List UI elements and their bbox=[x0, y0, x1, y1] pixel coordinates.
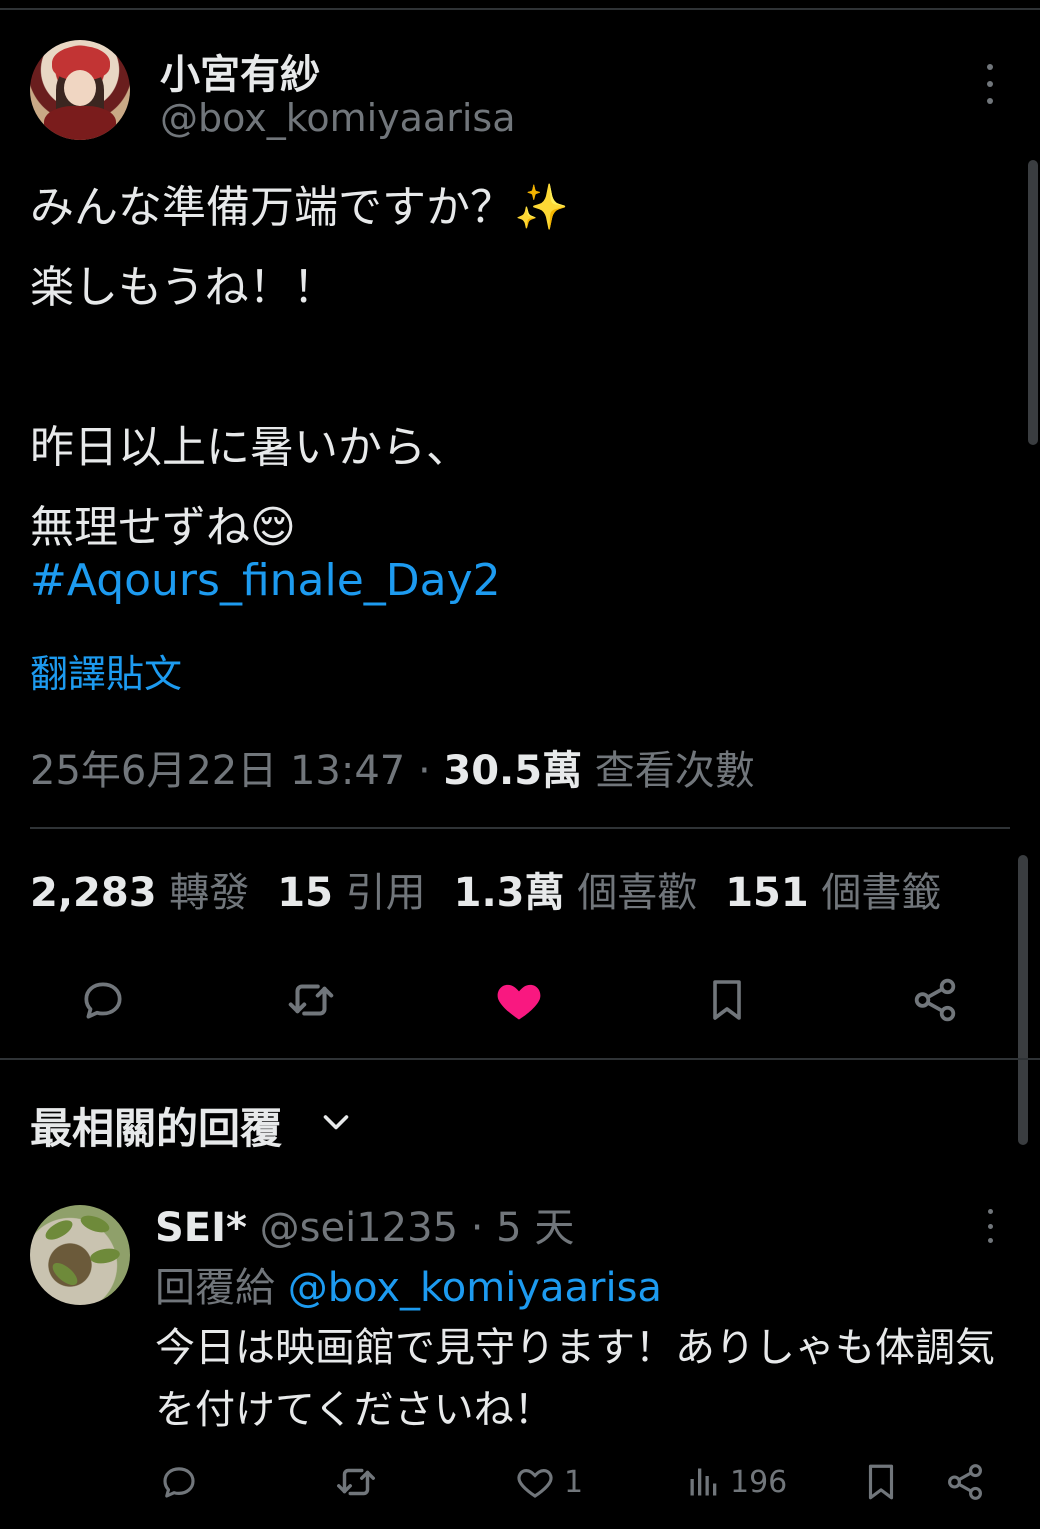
views-icon bbox=[690, 1468, 717, 1496]
scrollbar-thumb[interactable] bbox=[1028, 160, 1038, 445]
reply-action-bar: 1 196 bbox=[0, 1452, 1040, 1512]
reply-author-handle[interactable]: @sei1235 bbox=[260, 1205, 458, 1251]
tweet-text: みんな準備万端ですか？✨ 楽しもうね！！ 昨日以上に暑いから、 無理せずね😌 bbox=[30, 182, 569, 553]
reply-like-count: 1 bbox=[564, 1464, 584, 1500]
share-icon bbox=[948, 1464, 982, 1500]
reply-author-name[interactable]: SEI* bbox=[155, 1205, 247, 1251]
retweet-button[interactable] bbox=[279, 968, 343, 1032]
like-button[interactable] bbox=[487, 968, 551, 1032]
reply-time[interactable]: 5 天 bbox=[496, 1205, 574, 1251]
reply-icon bbox=[163, 1467, 195, 1498]
like-icon bbox=[497, 984, 541, 1020]
bookmark-icon bbox=[868, 1464, 894, 1500]
tweet-stats: 2,283 轉發 15 引用 1.3萬 個喜歡 151 個書籤 bbox=[30, 860, 941, 918]
tweet-header: 小宮有紗 @box_komiyaarisa bbox=[30, 40, 1010, 140]
author-avatar[interactable] bbox=[30, 40, 130, 140]
reply-like-button[interactable]: 1 bbox=[514, 1452, 583, 1512]
reply-icon bbox=[84, 982, 122, 1019]
retweet-icon bbox=[288, 984, 334, 1016]
divider bbox=[30, 827, 1010, 829]
reply-to-line: 回覆給 @box_komiyaarisa bbox=[155, 1265, 662, 1311]
likes-stat[interactable]: 1.3萬 個喜歡 bbox=[454, 870, 698, 916]
reply-views-button[interactable]: 196 bbox=[686, 1452, 787, 1512]
reply-author-line: SEI* @sei1235 · 5 天 bbox=[155, 1205, 575, 1251]
reply-share-button[interactable] bbox=[944, 1452, 986, 1512]
author-display-name[interactable]: 小宮有紗 bbox=[160, 42, 320, 100]
bookmarks-stat[interactable]: 151 個書籤 bbox=[725, 870, 941, 916]
reply-reply-button[interactable] bbox=[158, 1452, 200, 1512]
quotes-stat[interactable]: 15 引用 bbox=[277, 870, 425, 916]
divider bbox=[0, 1058, 1040, 1060]
retweet-icon bbox=[337, 1468, 375, 1496]
reply-retweet-button[interactable] bbox=[333, 1452, 379, 1512]
reply-to-mention[interactable]: @box_komiyaarisa bbox=[288, 1265, 662, 1311]
bookmark-button[interactable] bbox=[695, 968, 759, 1032]
hashtag-link[interactable]: #Aqours_finale_Day2 bbox=[30, 555, 501, 606]
timestamp[interactable]: 25年6月22日 13:47 bbox=[30, 748, 405, 794]
replies-sort-title[interactable]: 最相關的回覆 bbox=[30, 1095, 282, 1156]
reply-text: 今日は映画館で見守ります！ありしゃも体調気を付けてくださいね！ bbox=[155, 1325, 995, 1433]
reply-bookmark-button[interactable] bbox=[860, 1452, 902, 1512]
chevron-down-icon[interactable] bbox=[318, 1108, 354, 1138]
reply-button[interactable] bbox=[71, 968, 135, 1032]
reply-author-avatar[interactable] bbox=[30, 1205, 130, 1305]
more-icon[interactable] bbox=[980, 64, 1000, 104]
like-icon bbox=[517, 1469, 553, 1498]
retweets-stat[interactable]: 2,283 轉發 bbox=[30, 870, 249, 916]
top-divider bbox=[0, 8, 1040, 10]
tweet-action-bar bbox=[0, 968, 1040, 1032]
tweet-meta: 25年6月22日 13:47 · 30.5萬 查看次數 bbox=[30, 748, 755, 794]
author-handle[interactable]: @box_komiyaarisa bbox=[160, 96, 516, 140]
share-icon bbox=[914, 978, 956, 1022]
reply-views-count: 196 bbox=[730, 1464, 788, 1500]
translate-post-link[interactable]: 翻譯貼文 bbox=[30, 643, 182, 698]
share-button[interactable] bbox=[903, 968, 967, 1032]
views-count: 30.5萬 bbox=[443, 748, 583, 794]
views-label: 查看次數 bbox=[582, 748, 755, 794]
reply-more-icon[interactable] bbox=[980, 1209, 1000, 1243]
bookmark-icon bbox=[713, 980, 741, 1020]
